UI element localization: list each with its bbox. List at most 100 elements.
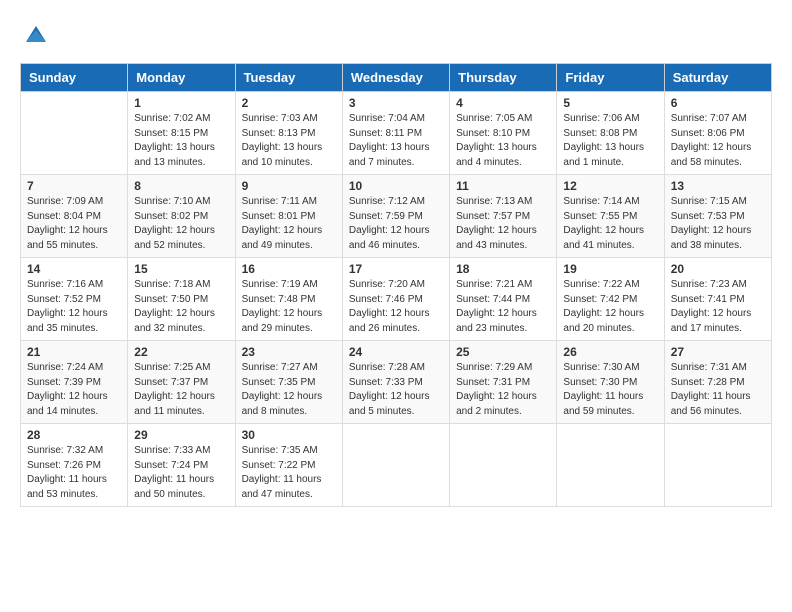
day-info: Sunrise: 7:03 AMSunset: 8:13 PMDaylight:… [242, 112, 336, 170]
day-cell: 18 Sunrise: 7:21 AMSunset: 7:44 PMDayligh… [450, 258, 557, 341]
day-info: Sunrise: 7:13 AMSunset: 7:57 PMDaylight:… [456, 195, 550, 253]
day-number: 4 [456, 96, 550, 110]
week-row-4: 21 Sunrise: 7:24 AMSunset: 7:39 PMDayligh… [21, 341, 772, 424]
day-cell: 7 Sunrise: 7:09 AMSunset: 8:04 PMDaylight… [21, 175, 128, 258]
day-cell: 8 Sunrise: 7:10 AMSunset: 8:02 PMDaylight… [128, 175, 235, 258]
column-header-sunday: Sunday [21, 64, 128, 92]
day-cell: 9 Sunrise: 7:11 AMSunset: 8:01 PMDaylight… [235, 175, 342, 258]
week-row-5: 28Sunrise: 7:32 AMSunset: 7:26 PMDayligh… [21, 424, 772, 507]
day-info: Sunrise: 7:11 AMSunset: 8:01 PMDaylight:… [242, 195, 336, 253]
day-cell: 15Sunrise: 7:18 AMSunset: 7:50 PMDayligh… [128, 258, 235, 341]
day-info: Sunrise: 7:19 AMSunset: 7:48 PMDaylight:… [242, 278, 336, 336]
day-info: Sunrise: 7:10 AMSunset: 8:02 PMDaylight:… [134, 195, 228, 253]
day-number: 17 [349, 262, 443, 276]
day-cell: 30 Sunrise: 7:35 AMSunset: 7:22 PMDayligh… [235, 424, 342, 507]
day-cell: 25 Sunrise: 7:29 AMSunset: 7:31 PMDayligh… [450, 341, 557, 424]
column-header-wednesday: Wednesday [342, 64, 449, 92]
day-cell: 3Sunrise: 7:04 AMSunset: 8:11 PMDaylight… [342, 92, 449, 175]
day-cell: 1 Sunrise: 7:02 AMSunset: 8:15 PMDaylight… [128, 92, 235, 175]
day-number: 29 [134, 428, 228, 442]
day-info: Sunrise: 7:02 AMSunset: 8:15 PMDaylight:… [134, 112, 228, 170]
day-number: 21 [27, 345, 121, 359]
day-number: 27 [671, 345, 765, 359]
day-number: 20 [671, 262, 765, 276]
day-number: 23 [242, 345, 336, 359]
logo [20, 20, 50, 53]
day-cell: 5Sunrise: 7:06 AMSunset: 8:08 PMDaylight… [557, 92, 664, 175]
day-number: 5 [563, 96, 657, 110]
day-cell: 27 Sunrise: 7:31 AMSunset: 7:28 PMDayligh… [664, 341, 771, 424]
day-cell: 21 Sunrise: 7:24 AMSunset: 7:39 PMDayligh… [21, 341, 128, 424]
day-info: Sunrise: 7:12 AMSunset: 7:59 PMDaylight:… [349, 195, 443, 253]
day-cell: 24Sunrise: 7:28 AMSunset: 7:33 PMDayligh… [342, 341, 449, 424]
day-number: 6 [671, 96, 765, 110]
day-info: Sunrise: 7:09 AMSunset: 8:04 PMDaylight:… [27, 195, 121, 253]
day-cell: 13 Sunrise: 7:15 AMSunset: 7:53 PMDayligh… [664, 175, 771, 258]
day-info: Sunrise: 7:31 AMSunset: 7:28 PMDaylight:… [671, 361, 765, 419]
calendar-table: SundayMondayTuesdayWednesdayThursdayFrid… [20, 63, 772, 507]
day-info: Sunrise: 7:15 AMSunset: 7:53 PMDaylight:… [671, 195, 765, 253]
day-number: 11 [456, 179, 550, 193]
column-header-friday: Friday [557, 64, 664, 92]
day-number: 25 [456, 345, 550, 359]
calendar-body: 1 Sunrise: 7:02 AMSunset: 8:15 PMDaylight… [21, 92, 772, 507]
day-number: 8 [134, 179, 228, 193]
day-info: Sunrise: 7:16 AMSunset: 7:52 PMDaylight:… [27, 278, 121, 336]
day-info: Sunrise: 7:18 AMSunset: 7:50 PMDaylight:… [134, 278, 228, 336]
day-number: 13 [671, 179, 765, 193]
day-cell: 16 Sunrise: 7:19 AMSunset: 7:48 PMDayligh… [235, 258, 342, 341]
day-info: Sunrise: 7:29 AMSunset: 7:31 PMDaylight:… [456, 361, 550, 419]
logo-icon [22, 20, 50, 48]
day-info: Sunrise: 7:25 AMSunset: 7:37 PMDaylight:… [134, 361, 228, 419]
column-header-saturday: Saturday [664, 64, 771, 92]
day-info: Sunrise: 7:20 AMSunset: 7:46 PMDaylight:… [349, 278, 443, 336]
week-row-2: 7 Sunrise: 7:09 AMSunset: 8:04 PMDaylight… [21, 175, 772, 258]
day-number: 22 [134, 345, 228, 359]
day-info: Sunrise: 7:24 AMSunset: 7:39 PMDaylight:… [27, 361, 121, 419]
day-info: Sunrise: 7:23 AMSunset: 7:41 PMDaylight:… [671, 278, 765, 336]
day-number: 14 [27, 262, 121, 276]
day-number: 19 [563, 262, 657, 276]
day-cell [450, 424, 557, 507]
day-info: Sunrise: 7:14 AMSunset: 7:55 PMDaylight:… [563, 195, 657, 253]
day-number: 18 [456, 262, 550, 276]
calendar-header-row: SundayMondayTuesdayWednesdayThursdayFrid… [21, 64, 772, 92]
day-info: Sunrise: 7:27 AMSunset: 7:35 PMDaylight:… [242, 361, 336, 419]
day-info: Sunrise: 7:22 AMSunset: 7:42 PMDaylight:… [563, 278, 657, 336]
day-number: 28 [27, 428, 121, 442]
day-number: 1 [134, 96, 228, 110]
day-info: Sunrise: 7:04 AMSunset: 8:11 PMDaylight:… [349, 112, 443, 170]
day-cell: 6 Sunrise: 7:07 AMSunset: 8:06 PMDaylight… [664, 92, 771, 175]
column-header-monday: Monday [128, 64, 235, 92]
week-row-3: 14 Sunrise: 7:16 AMSunset: 7:52 PMDayligh… [21, 258, 772, 341]
day-cell [557, 424, 664, 507]
day-cell: 29 Sunrise: 7:33 AMSunset: 7:24 PMDayligh… [128, 424, 235, 507]
day-number: 26 [563, 345, 657, 359]
day-number: 9 [242, 179, 336, 193]
day-cell: 20 Sunrise: 7:23 AMSunset: 7:41 PMDayligh… [664, 258, 771, 341]
week-row-1: 1 Sunrise: 7:02 AMSunset: 8:15 PMDaylight… [21, 92, 772, 175]
day-info: Sunrise: 7:21 AMSunset: 7:44 PMDaylight:… [456, 278, 550, 336]
column-header-tuesday: Tuesday [235, 64, 342, 92]
day-cell [664, 424, 771, 507]
day-cell: 23 Sunrise: 7:27 AMSunset: 7:35 PMDayligh… [235, 341, 342, 424]
day-number: 7 [27, 179, 121, 193]
day-info: Sunrise: 7:05 AMSunset: 8:10 PMDaylight:… [456, 112, 550, 170]
day-cell: 22 Sunrise: 7:25 AMSunset: 7:37 PMDayligh… [128, 341, 235, 424]
day-info: Sunrise: 7:07 AMSunset: 8:06 PMDaylight:… [671, 112, 765, 170]
logo-text [20, 20, 50, 53]
day-cell [342, 424, 449, 507]
day-number: 10 [349, 179, 443, 193]
day-cell: 17 Sunrise: 7:20 AMSunset: 7:46 PMDayligh… [342, 258, 449, 341]
day-info: Sunrise: 7:30 AMSunset: 7:30 PMDaylight:… [563, 361, 657, 419]
day-number: 30 [242, 428, 336, 442]
day-cell: 26 Sunrise: 7:30 AMSunset: 7:30 PMDayligh… [557, 341, 664, 424]
page-header [20, 20, 772, 53]
day-info: Sunrise: 7:35 AMSunset: 7:22 PMDaylight:… [242, 444, 336, 502]
day-number: 16 [242, 262, 336, 276]
day-cell: 11 Sunrise: 7:13 AMSunset: 7:57 PMDayligh… [450, 175, 557, 258]
column-header-thursday: Thursday [450, 64, 557, 92]
day-cell: 28Sunrise: 7:32 AMSunset: 7:26 PMDayligh… [21, 424, 128, 507]
day-info: Sunrise: 7:33 AMSunset: 7:24 PMDaylight:… [134, 444, 228, 502]
day-cell: 14 Sunrise: 7:16 AMSunset: 7:52 PMDayligh… [21, 258, 128, 341]
